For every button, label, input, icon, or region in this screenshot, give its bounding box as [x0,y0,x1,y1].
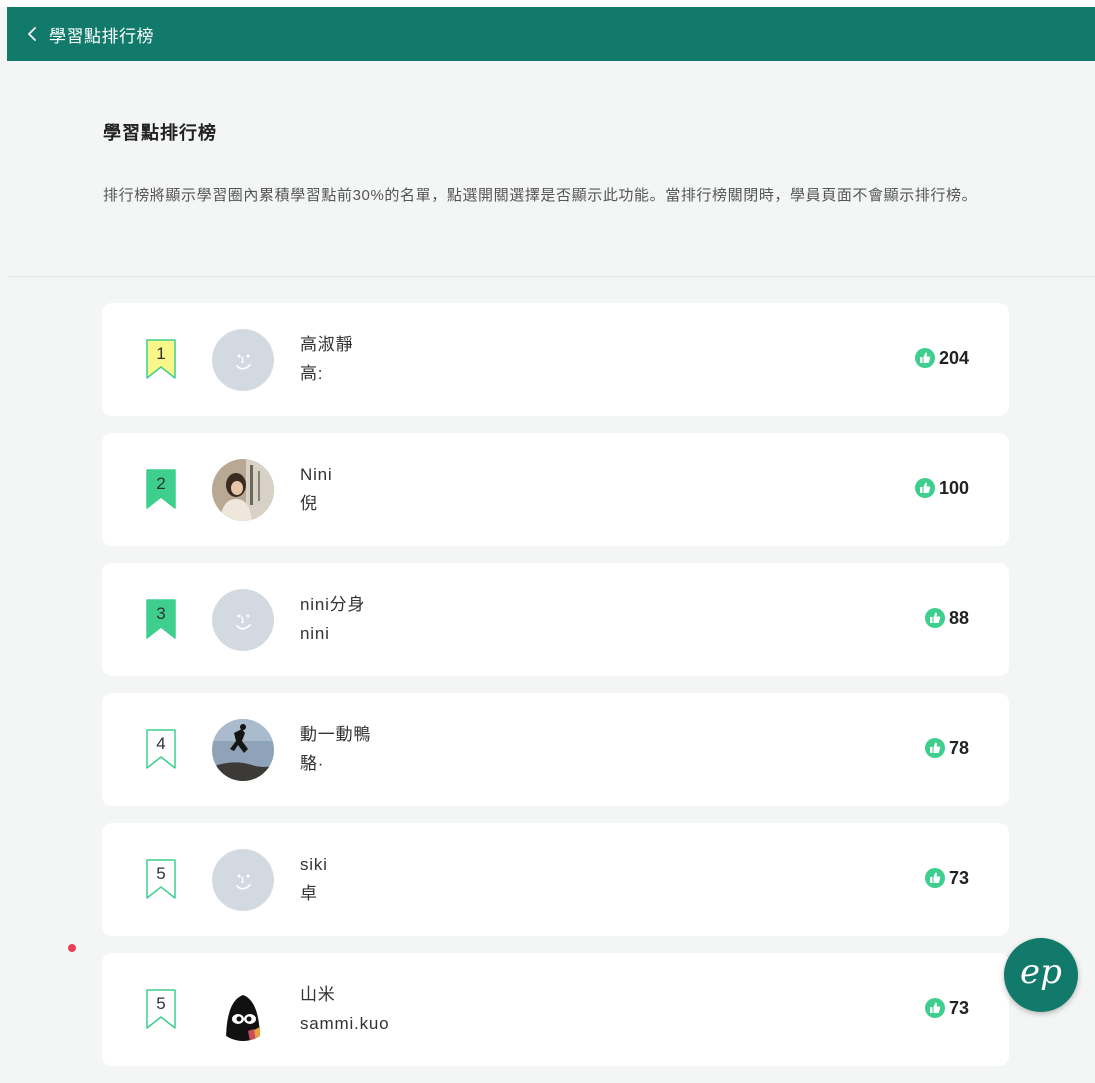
leaderboard-row: 3 nini分身 nini 88 [102,563,1009,676]
thumbs-up-icon [914,478,935,498]
avatar [212,719,274,781]
thumbs-up-icon [924,998,945,1018]
ep-logo-icon: ep [1020,952,1062,992]
points-value: 100 [938,477,969,498]
default-face-avatar-icon [212,589,274,651]
rank-number: 4 [156,734,166,753]
rank-badge: 5 [144,988,178,1032]
rank-badge: 2 [144,468,178,512]
points: 204 [914,347,969,369]
user-nickname: nini分身 [300,595,366,614]
user-nickname: 山米 [300,985,336,1004]
default-face-avatar-icon [212,329,274,391]
user-names: Nini 倪 [300,463,333,516]
notification-dot [68,944,76,952]
rank-number: 3 [156,604,166,623]
avatar [212,329,274,391]
points: 78 [924,737,969,759]
avatar [212,979,274,1041]
user-names: 高淑靜 高: [300,333,353,386]
user-nickname: 高淑靜 [300,335,354,354]
points-value: 73 [948,997,969,1018]
points: 88 [924,607,969,629]
top-strip [0,0,1095,7]
user-names: siki 卓 [300,853,328,906]
header-title: 學習點排行榜 [49,26,154,46]
thumbs-up-icon [924,608,945,628]
rank-badge: 3 [144,598,178,642]
ep-assistant-button[interactable]: ep [1004,938,1078,1012]
points: 73 [924,997,969,1019]
leaderboard-row: 5 山米 sammi.kuo 73 [102,953,1009,1066]
user-realname: 高: [300,364,324,383]
user-names: nini分身 nini [300,593,365,646]
rank-badge: 5 [144,858,178,902]
leaderboard-row: 1 高淑靜 高: 204 [102,303,1009,416]
rank-number: 5 [156,864,166,883]
avatar [212,589,274,651]
page-description: 排行榜將顯示學習圈內累積學習點前30%的名單，點選開關選擇是否顯示此功能。當排行… [103,187,978,204]
user-realname: sammi.kuo [300,1014,390,1033]
points-value: 73 [948,867,969,888]
chevron-left-icon [27,26,37,42]
user-realname: nini [300,624,330,643]
points: 73 [924,867,969,889]
user-realname: 卓 [300,884,318,903]
intro-section: 學習點排行榜 排行榜將顯示學習圈內累積學習點前30%的名單，點選開關選擇是否顯示… [7,61,1095,277]
leaderboard-list: 1 高淑靜 高: 204 2 Nini 倪 100 3 nini分身 nini … [102,303,1009,1083]
app-header: 學習點排行榜 [7,7,1095,61]
photo-avatar-person-icon [212,459,274,521]
thumbs-up-icon [924,738,945,758]
points-value: 204 [938,347,969,368]
rank-badge: 1 [144,338,178,382]
page-title: 學習點排行榜 [103,123,217,143]
points: 100 [914,477,969,499]
user-names: 動一動鴨 駱· [300,723,371,776]
avatar [212,849,274,911]
points-value: 78 [948,737,969,758]
thumbs-up-icon [914,348,935,368]
back-button[interactable] [7,7,37,61]
photo-avatar-penguin-icon [212,979,274,1041]
points-value: 88 [948,607,969,628]
user-nickname: Nini [300,465,333,484]
user-nickname: 動一動鴨 [300,725,372,744]
rank-number: 2 [156,474,166,493]
leaderboard-row: 5 siki 卓 73 [102,823,1009,936]
user-nickname: siki [300,855,328,874]
leaderboard-row: 2 Nini 倪 100 [102,433,1009,546]
rank-badge: 4 [144,728,178,772]
rank-number: 5 [156,994,166,1013]
thumbs-up-icon [924,868,945,888]
default-face-avatar-icon [212,849,274,911]
user-names: 山米 sammi.kuo [300,983,389,1036]
leaderboard-row: 4 動一動鴨 駱· 78 [102,693,1009,806]
avatar [212,459,274,521]
user-realname: 駱· [300,754,325,773]
user-realname: 倪 [300,494,318,513]
photo-avatar-jumping-icon [212,719,274,781]
rank-number: 1 [156,344,166,363]
